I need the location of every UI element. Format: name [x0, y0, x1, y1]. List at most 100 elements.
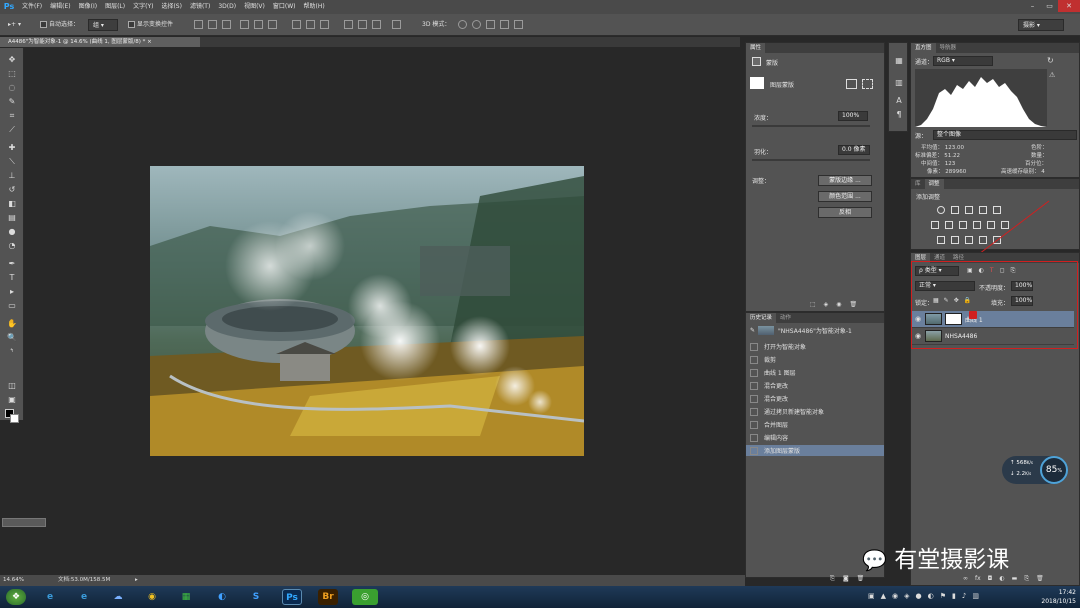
refresh-icon[interactable]: ↻ [1047, 56, 1054, 65]
pixel-mask-icon[interactable] [846, 79, 857, 89]
feather-input[interactable]: 0.0 像素 [838, 145, 870, 155]
history-item[interactable]: 通过拷贝新建智能对象 [746, 406, 884, 417]
zoom-tool-icon[interactable]: 🔍 [6, 332, 18, 343]
clone-stamp-icon[interactable]: ⊥ [6, 170, 18, 181]
apply-mask-icon[interactable]: ◈ [824, 301, 829, 308]
fx-icon[interactable]: fx [975, 575, 981, 583]
tab-properties[interactable]: 属性 [746, 43, 766, 53]
windows-store-icon[interactable]: ▦ [176, 589, 196, 605]
tab-actions[interactable]: 动作 [776, 313, 795, 323]
distribute-right-icon[interactable] [372, 20, 381, 29]
quick-select-tool-icon[interactable]: ✎ [6, 96, 18, 107]
camera-icon[interactable]: ◙ [843, 575, 849, 583]
3d-scale-icon[interactable] [514, 20, 523, 29]
paragraph-icon[interactable]: ¶ [893, 109, 905, 120]
menu-help[interactable]: 帮助(H) [300, 0, 329, 14]
maximize-button[interactable]: ▭ [1041, 0, 1058, 12]
auto-select-dropdown[interactable]: 组 ▾ [88, 19, 118, 31]
pen-tool-icon[interactable]: ✒ [6, 258, 18, 269]
dodge-tool-icon[interactable]: ◔ [6, 240, 18, 251]
align-hcenter-icon[interactable] [254, 20, 263, 29]
volume-icon[interactable]: ♪ [962, 592, 966, 600]
swap-colors-icon[interactable]: ↰ [6, 346, 18, 357]
hand-tool-icon[interactable]: ✋ [6, 318, 18, 329]
close-tab-icon[interactable]: × [147, 39, 152, 45]
history-item[interactable]: 曲线 1 图层 [746, 367, 884, 378]
tray-icon-8[interactable]: ▮ [952, 592, 956, 600]
new-adjustment-icon[interactable]: ◐ [999, 575, 1004, 583]
minimize-button[interactable]: – [1024, 0, 1041, 12]
density-input[interactable]: 100% [838, 111, 868, 121]
shape-tool-icon[interactable]: ▭ [6, 300, 18, 311]
brush-tool-icon[interactable]: ⟍ [6, 156, 18, 167]
lasso-tool-icon[interactable]: ◌ [6, 82, 18, 93]
tray-icon-3[interactable]: ◉ [892, 592, 898, 600]
toggle-mask-icon[interactable]: ◉ [836, 301, 841, 308]
align-bottom-icon[interactable] [222, 20, 231, 29]
posterize-icon[interactable] [951, 236, 959, 244]
history-item-selected[interactable]: 添加图层蒙版 [746, 445, 884, 456]
auto-align-icon[interactable] [392, 20, 401, 29]
3d-slide-icon[interactable] [500, 20, 509, 29]
gradient-tool-icon[interactable]: ▤ [6, 212, 18, 223]
align-top-icon[interactable] [194, 20, 203, 29]
tray-icon-1[interactable]: ▣ [868, 592, 875, 600]
baidu-netdisk-icon[interactable]: ☁ [108, 589, 128, 605]
new-group-icon[interactable]: ▬ [1012, 575, 1018, 583]
mini-bridge-widget[interactable] [2, 518, 46, 527]
screen-mode-icon[interactable]: ▣ [6, 394, 18, 405]
ie-icon[interactable]: e [40, 589, 60, 605]
zoom-level[interactable]: 14.64% [3, 575, 24, 586]
hue-saturation-icon[interactable] [931, 221, 939, 229]
ie-icon-2[interactable]: e [74, 589, 94, 605]
blur-tool-icon[interactable]: ● [6, 226, 18, 237]
menu-type[interactable]: 文字(Y) [129, 0, 157, 14]
3d-pan-icon[interactable] [486, 20, 495, 29]
align-vcenter-icon[interactable] [208, 20, 217, 29]
invert-icon[interactable] [937, 236, 945, 244]
wechat-taskbar-icon[interactable]: ◎ [352, 589, 378, 605]
workspace-dropdown[interactable]: 摄影 ▾ [1018, 19, 1064, 31]
tab-navigator[interactable]: 导航器 [936, 43, 961, 53]
add-mask-icon[interactable]: ◘ [988, 575, 993, 583]
swatches-icon[interactable]: ▥ [893, 77, 905, 88]
crop-tool-icon[interactable]: ⌗ [6, 110, 18, 121]
photoshop-taskbar-icon[interactable]: Ps [282, 589, 302, 605]
history-item[interactable]: 裁剪 [746, 354, 884, 365]
show-transform-checkbox[interactable]: 显示变换控件 [128, 19, 173, 31]
levels-icon[interactable] [951, 206, 959, 214]
menu-3d[interactable]: 3D(D) [214, 0, 240, 14]
distribute-vcenter-icon[interactable] [306, 20, 315, 29]
density-slider[interactable] [752, 125, 870, 127]
menu-image[interactable]: 图像(I) [75, 0, 101, 14]
history-item[interactable]: 混合更改 [746, 393, 884, 404]
new-document-icon[interactable]: ⎘ [830, 575, 835, 583]
tab-adjustments[interactable]: 调整 [924, 179, 944, 189]
menu-window[interactable]: 窗口(W) [269, 0, 300, 14]
mask-edge-button[interactable]: 蒙版边缘 ... [818, 175, 872, 186]
feather-slider[interactable] [752, 159, 870, 161]
menu-view[interactable]: 视图(V) [240, 0, 269, 14]
history-item[interactable]: 合并图层 [746, 419, 884, 430]
tab-histogram[interactable]: 直方图 [911, 43, 936, 53]
align-right-icon[interactable] [268, 20, 277, 29]
bridge-taskbar-icon[interactable]: Br [318, 589, 338, 605]
tray-icon-7[interactable]: ⚑ [940, 592, 946, 600]
menu-select[interactable]: 选择(S) [157, 0, 186, 14]
tab-history[interactable]: 历史记录 [746, 313, 777, 323]
delete-layer-icon[interactable]: 🗑 [1036, 575, 1044, 583]
color-balance-icon[interactable] [945, 221, 953, 229]
load-selection-icon[interactable]: ⬚ [810, 301, 816, 308]
sogou-icon[interactable]: S [246, 589, 266, 605]
color-range-button[interactable]: 颜色范围 ... [818, 191, 872, 202]
quick-mask-icon[interactable]: ◫ [6, 380, 18, 391]
menu-file[interactable]: 文件(F) [18, 0, 46, 14]
status-arrow-icon[interactable]: ▸ [135, 575, 138, 586]
eraser-tool-icon[interactable]: ◧ [6, 198, 18, 209]
history-brush-icon[interactable]: ↺ [6, 184, 18, 195]
menu-filter[interactable]: 滤镜(T) [186, 0, 214, 14]
brightness-icon[interactable] [937, 206, 945, 214]
3d-orbit-icon[interactable] [458, 20, 467, 29]
healing-brush-icon[interactable]: ✚ [6, 142, 18, 153]
distribute-left-icon[interactable] [344, 20, 353, 29]
